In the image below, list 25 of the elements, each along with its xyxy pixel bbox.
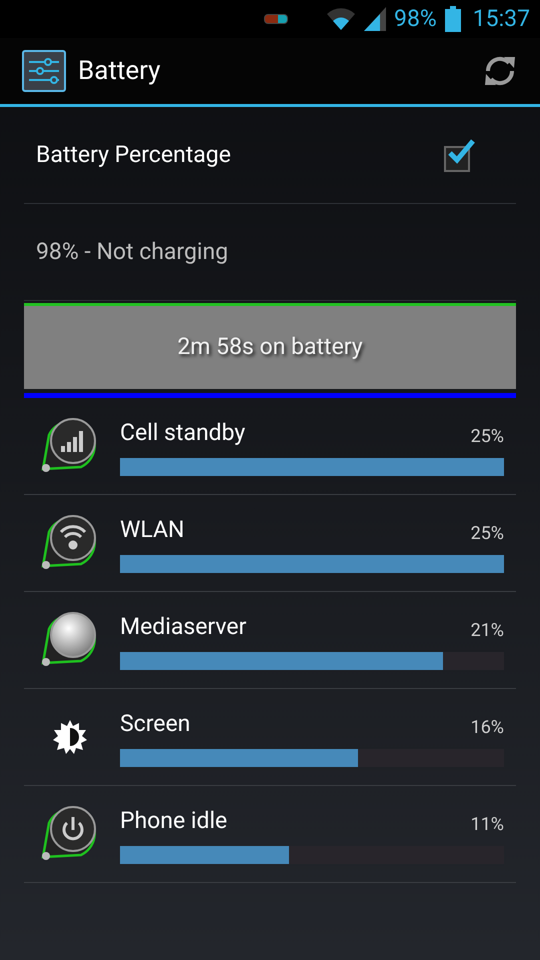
usage-name: Mediaserver bbox=[120, 612, 246, 642]
clock: 15:37 bbox=[472, 4, 530, 34]
wifi-icon bbox=[326, 6, 356, 32]
screen-title: Battery bbox=[78, 54, 162, 88]
usage-name: Cell standby bbox=[120, 418, 246, 448]
usage-percent: 21% bbox=[470, 619, 504, 644]
notification-icon bbox=[264, 14, 288, 24]
settings-icon[interactable] bbox=[22, 50, 66, 92]
usage-percent: 11% bbox=[470, 813, 504, 838]
battery-percent: 98% bbox=[394, 4, 437, 34]
battery-icon bbox=[444, 6, 461, 32]
usage-percent: 16% bbox=[470, 716, 504, 740]
usage-name: Screen bbox=[120, 708, 190, 739]
usage-name: Phone idle bbox=[120, 806, 228, 836]
charge-status: 98% - Not charging bbox=[36, 236, 228, 267]
check-icon bbox=[447, 138, 475, 166]
brightness-icon bbox=[52, 719, 88, 755]
usage-percent: 25% bbox=[470, 425, 504, 450]
usage-name: WLAN bbox=[120, 514, 184, 545]
usage-percent: 25% bbox=[470, 522, 504, 546]
signal-icon bbox=[364, 7, 386, 31]
checkbox[interactable] bbox=[444, 138, 476, 172]
battery-graph[interactable]: 2m 58s on battery bbox=[24, 303, 516, 389]
graph-label: 2m 58s on battery bbox=[177, 332, 363, 362]
setting-label: Battery Percentage bbox=[36, 140, 231, 170]
